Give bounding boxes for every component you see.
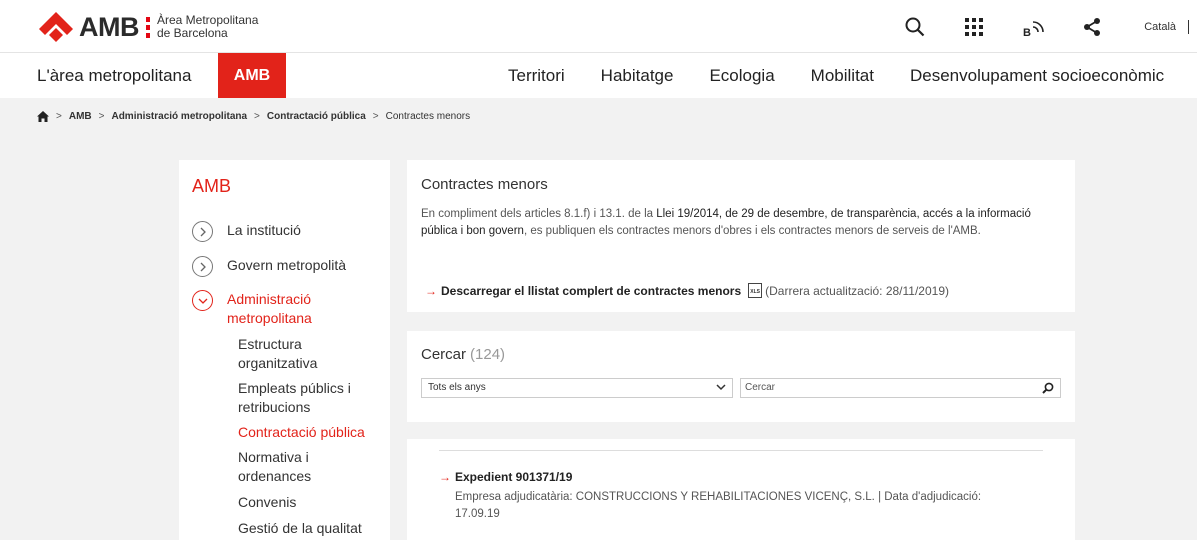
amb-logo-mark-icon [39,12,73,42]
search-title: Cercar (124) [421,346,505,363]
search-input[interactable]: Cercar [740,378,1061,398]
sidebar-item-govern[interactable]: Govern metropolità [192,256,346,277]
year-select[interactable]: Tots els anys [421,378,733,398]
breadcrumb-contractacio[interactable]: Contractació pública [267,111,366,122]
language-selector[interactable]: Català [1144,21,1176,33]
intro-text-part1: En compliment dels articles 8.1.f) i 13.… [421,208,657,220]
chevron-right-icon [192,221,213,242]
sidebar-item-institucio[interactable]: La institució [192,221,301,242]
arrow-right-icon: → [439,470,451,484]
chevron-down-icon [716,384,726,391]
breadcrumb-amb[interactable]: AMB [69,111,92,122]
sidebar-subitem-qualitat[interactable]: Gestió de la qualitat [238,519,378,538]
breadcrumb-separator: > [254,110,260,122]
apps-grid-icon[interactable] [962,15,986,39]
sidebar-item-label: Govern metropolità [227,257,347,273]
nav-item-mobilitat[interactable]: Mobilitat [811,53,874,98]
top-header: AMB Àrea Metropolitana de Barcelona B Ca… [0,0,1197,53]
nav-item-ecologia[interactable]: Ecologia [709,53,774,98]
nav-item-desenvolupament[interactable]: Desenvolupament socioeconòmic [910,53,1164,98]
nav-area-metropolitana[interactable]: L'àrea metropolitana [37,53,191,98]
arrow-right-icon: → [425,283,437,298]
logo-text: AMB [79,11,140,42]
breadcrumb-separator: > [98,110,105,122]
breadcrumb-administracio[interactable]: Administració metropolitana [111,111,247,122]
sidebar-subitem-contractacio[interactable]: Contractació pública [238,423,378,442]
download-link[interactable]: Descarregar el llistat complert de contr… [441,284,741,298]
logo-dots [146,16,150,38]
result-meta: Empresa adjudicatària: CONSTRUCCIONS Y R… [455,491,982,520]
nav-item-territori[interactable]: Territori [508,53,565,98]
result-count: (124) [470,346,506,363]
breadcrumb-separator: > [372,110,379,122]
result-title[interactable]: → Expedient 901371/19 [439,470,572,484]
svg-text:B: B [1023,27,1031,38]
search-title-label: Cercar [421,346,467,363]
logo-sub-line2: de Barcelona [157,26,228,40]
nav-amb-active[interactable]: AMB [218,53,286,98]
chevron-right-icon [192,256,213,277]
divider [439,450,1043,451]
search-icon[interactable] [903,15,927,39]
page-title: Contractes menors [421,176,548,193]
breadcrumb-separator: > [56,110,62,122]
sidebar-subitem-estructura[interactable]: Estructura organitzativa [238,335,378,373]
nav-topics: Territori Habitatge Ecologia Mobilitat D… [508,53,1197,98]
search-card: Cercar (124) Tots els anys Cercar [407,331,1075,422]
update-note: (Darrera actualització: 28/11/2019) [765,283,949,298]
results-card: → Expedient 901371/19 Empresa adjudicatà… [407,439,1075,540]
nav-item-habitatge[interactable]: Habitatge [601,53,674,98]
sidebar-item-administracio[interactable]: Administració metropolitana [192,290,342,328]
logo-sub-line1: Àrea Metropolitana [157,13,259,27]
intro-text-part2: , es publiquen els contractes menors d'o… [523,225,981,237]
intro-text: En compliment dels articles 8.1.f) i 13.… [421,206,1061,240]
share-icon[interactable] [1080,15,1104,39]
intro-card: Contractes menors En compliment dels art… [407,160,1075,312]
result-title-label: Expedient 901371/19 [455,470,573,484]
chevron-down-icon [192,290,213,311]
logo-subtitle: Àrea Metropolitana de Barcelona [157,14,258,40]
language-divider [1188,19,1189,34]
header-tools: B Català [903,0,1197,53]
home-icon[interactable] [37,110,49,122]
sidebar-subitem-empleats[interactable]: Empleats públics i retribucions [238,379,378,417]
main-navigation: L'àrea metropolitana AMB Territori Habit… [0,53,1197,98]
blog-icon[interactable]: B [1021,15,1045,39]
xls-file-icon[interactable]: XLS [748,283,763,298]
breadcrumb: > AMB > Administració metropolitana > Co… [37,108,470,124]
download-row: → Descarregar el llistat complert de con… [425,283,949,298]
sidebar-title: AMB [192,176,232,196]
amb-logo[interactable]: AMB Àrea Metropolitana de Barcelona [37,10,258,44]
search-placeholder: Cercar [745,382,776,393]
sidebar-item-label: La institució [227,222,301,238]
search-icon[interactable] [1042,382,1054,394]
breadcrumb-current: Contractes menors [385,110,471,122]
year-select-value: Tots els anys [428,382,486,393]
sidebar-subitem-convenis[interactable]: Convenis [238,493,378,512]
sidebar: AMB La institució Govern metropolità Adm… [179,160,390,540]
sidebar-subitem-normativa[interactable]: Normativa i ordenances [238,448,378,486]
sidebar-item-label: Administració metropolitana [227,291,312,326]
